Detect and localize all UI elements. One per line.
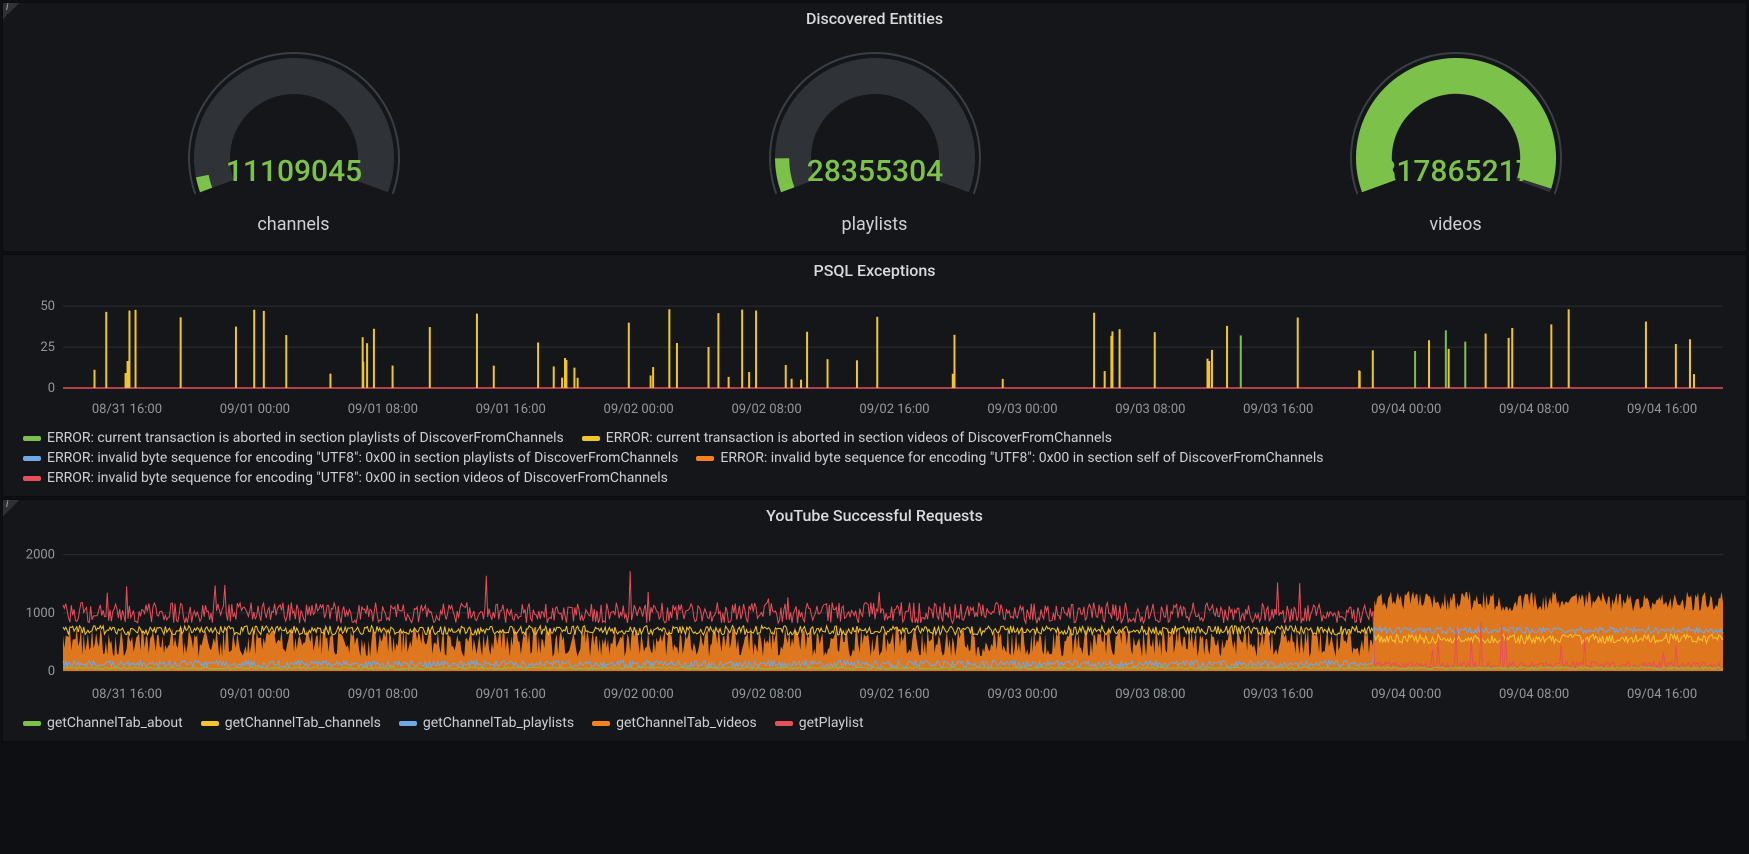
- legend-swatch-icon: [23, 721, 41, 726]
- legend-item[interactable]: ERROR: invalid byte sequence for encodin…: [23, 450, 678, 466]
- legend-item[interactable]: getChannelTab_about: [23, 715, 183, 731]
- x-tick: 09/04 00:00: [1371, 402, 1441, 417]
- x-tick: 09/02 08:00: [731, 402, 801, 417]
- x-tick: 09/03 08:00: [1115, 402, 1185, 417]
- panel-discovered-entities: Discovered Entities 11109045 channels 2835…: [2, 2, 1747, 252]
- x-tick: 09/01 08:00: [348, 402, 418, 417]
- panel-title: Discovered Entities: [3, 3, 1746, 28]
- panel-psql-exceptions: PSQL Exceptions 0 25 50 08/31 16:00 09/01 0…: [2, 254, 1747, 497]
- x-tick: 09/02 00:00: [604, 687, 674, 702]
- x-tick: 09/02 16:00: [859, 687, 929, 702]
- gauge-value: 11109045: [225, 154, 361, 189]
- legend-swatch-icon: [592, 721, 610, 726]
- x-tick: 09/04 16:00: [1627, 402, 1697, 417]
- gauge-channels: 11109045 channels: [174, 38, 414, 235]
- svg-text:2000: 2000: [26, 548, 55, 563]
- legend-label: getChannelTab_channels: [225, 715, 381, 731]
- legend-item[interactable]: getPlaylist: [775, 715, 864, 731]
- x-tick: 09/01 16:00: [476, 687, 546, 702]
- psql-chart[interactable]: 0 25 50: [13, 288, 1733, 398]
- x-tick: 09/01 00:00: [220, 687, 290, 702]
- legend-item[interactable]: getChannelTab_playlists: [399, 715, 574, 731]
- legend-swatch-icon: [775, 721, 793, 726]
- panel-youtube-requests: YouTube Successful Requests 0 1000 2000 08…: [2, 499, 1747, 742]
- x-tick: 09/03 16:00: [1243, 402, 1313, 417]
- legend-item[interactable]: getChannelTab_videos: [592, 715, 757, 731]
- x-tick: 08/31 16:00: [92, 687, 162, 702]
- x-tick: 09/03 08:00: [1115, 687, 1185, 702]
- svg-text:50: 50: [40, 299, 55, 314]
- svg-text:1000: 1000: [26, 606, 55, 621]
- gauge-videos: 317865217 videos: [1336, 38, 1576, 235]
- gauge-label: videos: [1336, 214, 1576, 235]
- legend-label: getChannelTab_about: [47, 715, 183, 731]
- legend-label: getPlaylist: [799, 715, 864, 731]
- gauge-label: playlists: [755, 214, 995, 235]
- info-icon[interactable]: [3, 500, 19, 516]
- x-tick: 09/04 00:00: [1371, 687, 1441, 702]
- legend-label: ERROR: invalid byte sequence for encodin…: [47, 450, 678, 466]
- x-tick: 09/04 08:00: [1499, 402, 1569, 417]
- x-tick: 09/03 00:00: [987, 402, 1057, 417]
- panel-title: YouTube Successful Requests: [3, 500, 1746, 525]
- x-tick: 09/04 16:00: [1627, 687, 1697, 702]
- x-tick: 09/04 08:00: [1499, 687, 1569, 702]
- legend-label: ERROR: current transaction is aborted in…: [606, 430, 1112, 446]
- legend-label: getChannelTab_playlists: [423, 715, 574, 731]
- x-tick: 09/01 08:00: [348, 687, 418, 702]
- legend-label: ERROR: current transaction is aborted in…: [47, 430, 564, 446]
- gauge-value: 317865217: [1379, 154, 1532, 189]
- x-tick: 09/02 00:00: [604, 402, 674, 417]
- psql-legend: ERROR: current transaction is aborted in…: [3, 426, 1746, 496]
- legend-swatch-icon: [23, 436, 41, 441]
- x-tick: 09/02 08:00: [731, 687, 801, 702]
- legend-label: getChannelTab_videos: [616, 715, 757, 731]
- svg-text:0: 0: [48, 381, 55, 396]
- x-tick: 09/01 16:00: [476, 402, 546, 417]
- svg-text:0: 0: [48, 664, 55, 679]
- gauge-value: 28355304: [806, 154, 942, 189]
- legend-item[interactable]: ERROR: current transaction is aborted in…: [23, 430, 564, 446]
- x-tick: 09/03 16:00: [1243, 687, 1313, 702]
- legend-item[interactable]: ERROR: current transaction is aborted in…: [582, 430, 1112, 446]
- legend-swatch-icon: [23, 456, 41, 461]
- gauge-label: channels: [174, 214, 414, 235]
- info-icon[interactable]: [3, 3, 19, 19]
- x-tick: 08/31 16:00: [92, 402, 162, 417]
- legend-swatch-icon: [399, 721, 417, 726]
- x-tick: 09/02 16:00: [859, 402, 929, 417]
- legend-label: ERROR: invalid byte sequence for encodin…: [47, 470, 668, 486]
- svg-text:25: 25: [40, 340, 55, 355]
- legend-label: ERROR: invalid byte sequence for encodin…: [720, 450, 1323, 466]
- youtube-legend: getChannelTab_about getChannelTab_channel…: [3, 711, 1746, 741]
- legend-swatch-icon: [696, 456, 714, 461]
- gauge-playlists: 28355304 playlists: [755, 38, 995, 235]
- legend-swatch-icon: [23, 476, 41, 481]
- legend-item[interactable]: ERROR: invalid byte sequence for encodin…: [696, 450, 1323, 466]
- legend-item[interactable]: ERROR: invalid byte sequence for encodin…: [23, 470, 668, 486]
- legend-swatch-icon: [582, 436, 600, 441]
- x-tick: 09/03 00:00: [987, 687, 1057, 702]
- youtube-chart[interactable]: 0 1000 2000: [13, 533, 1733, 683]
- panel-title: PSQL Exceptions: [3, 255, 1746, 280]
- legend-item[interactable]: getChannelTab_channels: [201, 715, 381, 731]
- x-tick: 09/01 00:00: [220, 402, 290, 417]
- legend-swatch-icon: [201, 721, 219, 726]
